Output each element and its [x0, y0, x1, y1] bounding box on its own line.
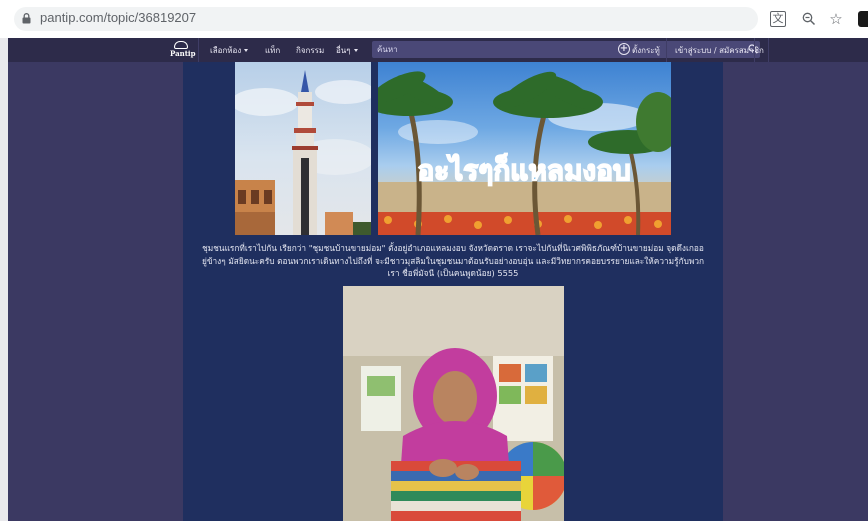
- mosque-minaret-photo: [235, 62, 371, 235]
- chevron-down-icon: [244, 49, 249, 52]
- login-register-link[interactable]: เข้าสู่ระบบ / สมัครสมาชิก: [675, 44, 764, 57]
- top-navbar: Pantip เลือกห้อง แท็ก กิจกรรม อื่นๆ + ตั…: [8, 38, 868, 62]
- page: Pantip เลือกห้อง แท็ก กิจกรรม อื่นๆ + ตั…: [0, 38, 868, 521]
- zoom-icon[interactable]: [797, 8, 821, 30]
- laem-ngop-banner-photo: อะไรๆก็แหลมงอบ: [378, 62, 671, 235]
- url-text[interactable]: pantip.com/topic/36819207: [40, 10, 196, 25]
- chevron-down-icon: [353, 49, 358, 52]
- nav-item-more[interactable]: อื่นๆ: [336, 44, 358, 57]
- speaker-woman-photo: [343, 286, 564, 521]
- topic-content: อะไรๆก็แหลมงอบ ชุมชนแรกที่เราไปกัน เรียก…: [183, 62, 723, 521]
- nav-item-activities[interactable]: กิจกรรม: [296, 44, 324, 57]
- banner-overlay-text: อะไรๆก็แหลมงอบ: [417, 153, 630, 187]
- nav-item-tags[interactable]: แท็ก: [265, 44, 280, 57]
- lock-icon[interactable]: [22, 13, 31, 24]
- bookmark-star-icon[interactable]: ☆: [824, 8, 848, 30]
- translate-icon[interactable]: 文: [770, 11, 786, 27]
- post-caption: ชุมชนแรกที่เราไปกัน เรียกว่า "ชุมชนบ้านข…: [201, 243, 705, 278]
- pantip-logo[interactable]: Pantip: [170, 41, 196, 59]
- create-topic-plus-icon[interactable]: +: [618, 43, 630, 55]
- create-topic-button[interactable]: ตั้งกระทู้: [632, 44, 660, 57]
- browser-address-bar: pantip.com/topic/36819207 文 ☆: [0, 0, 868, 39]
- nav-item-select-room[interactable]: เลือกห้อง: [210, 44, 249, 57]
- extension-icon[interactable]: [858, 11, 868, 27]
